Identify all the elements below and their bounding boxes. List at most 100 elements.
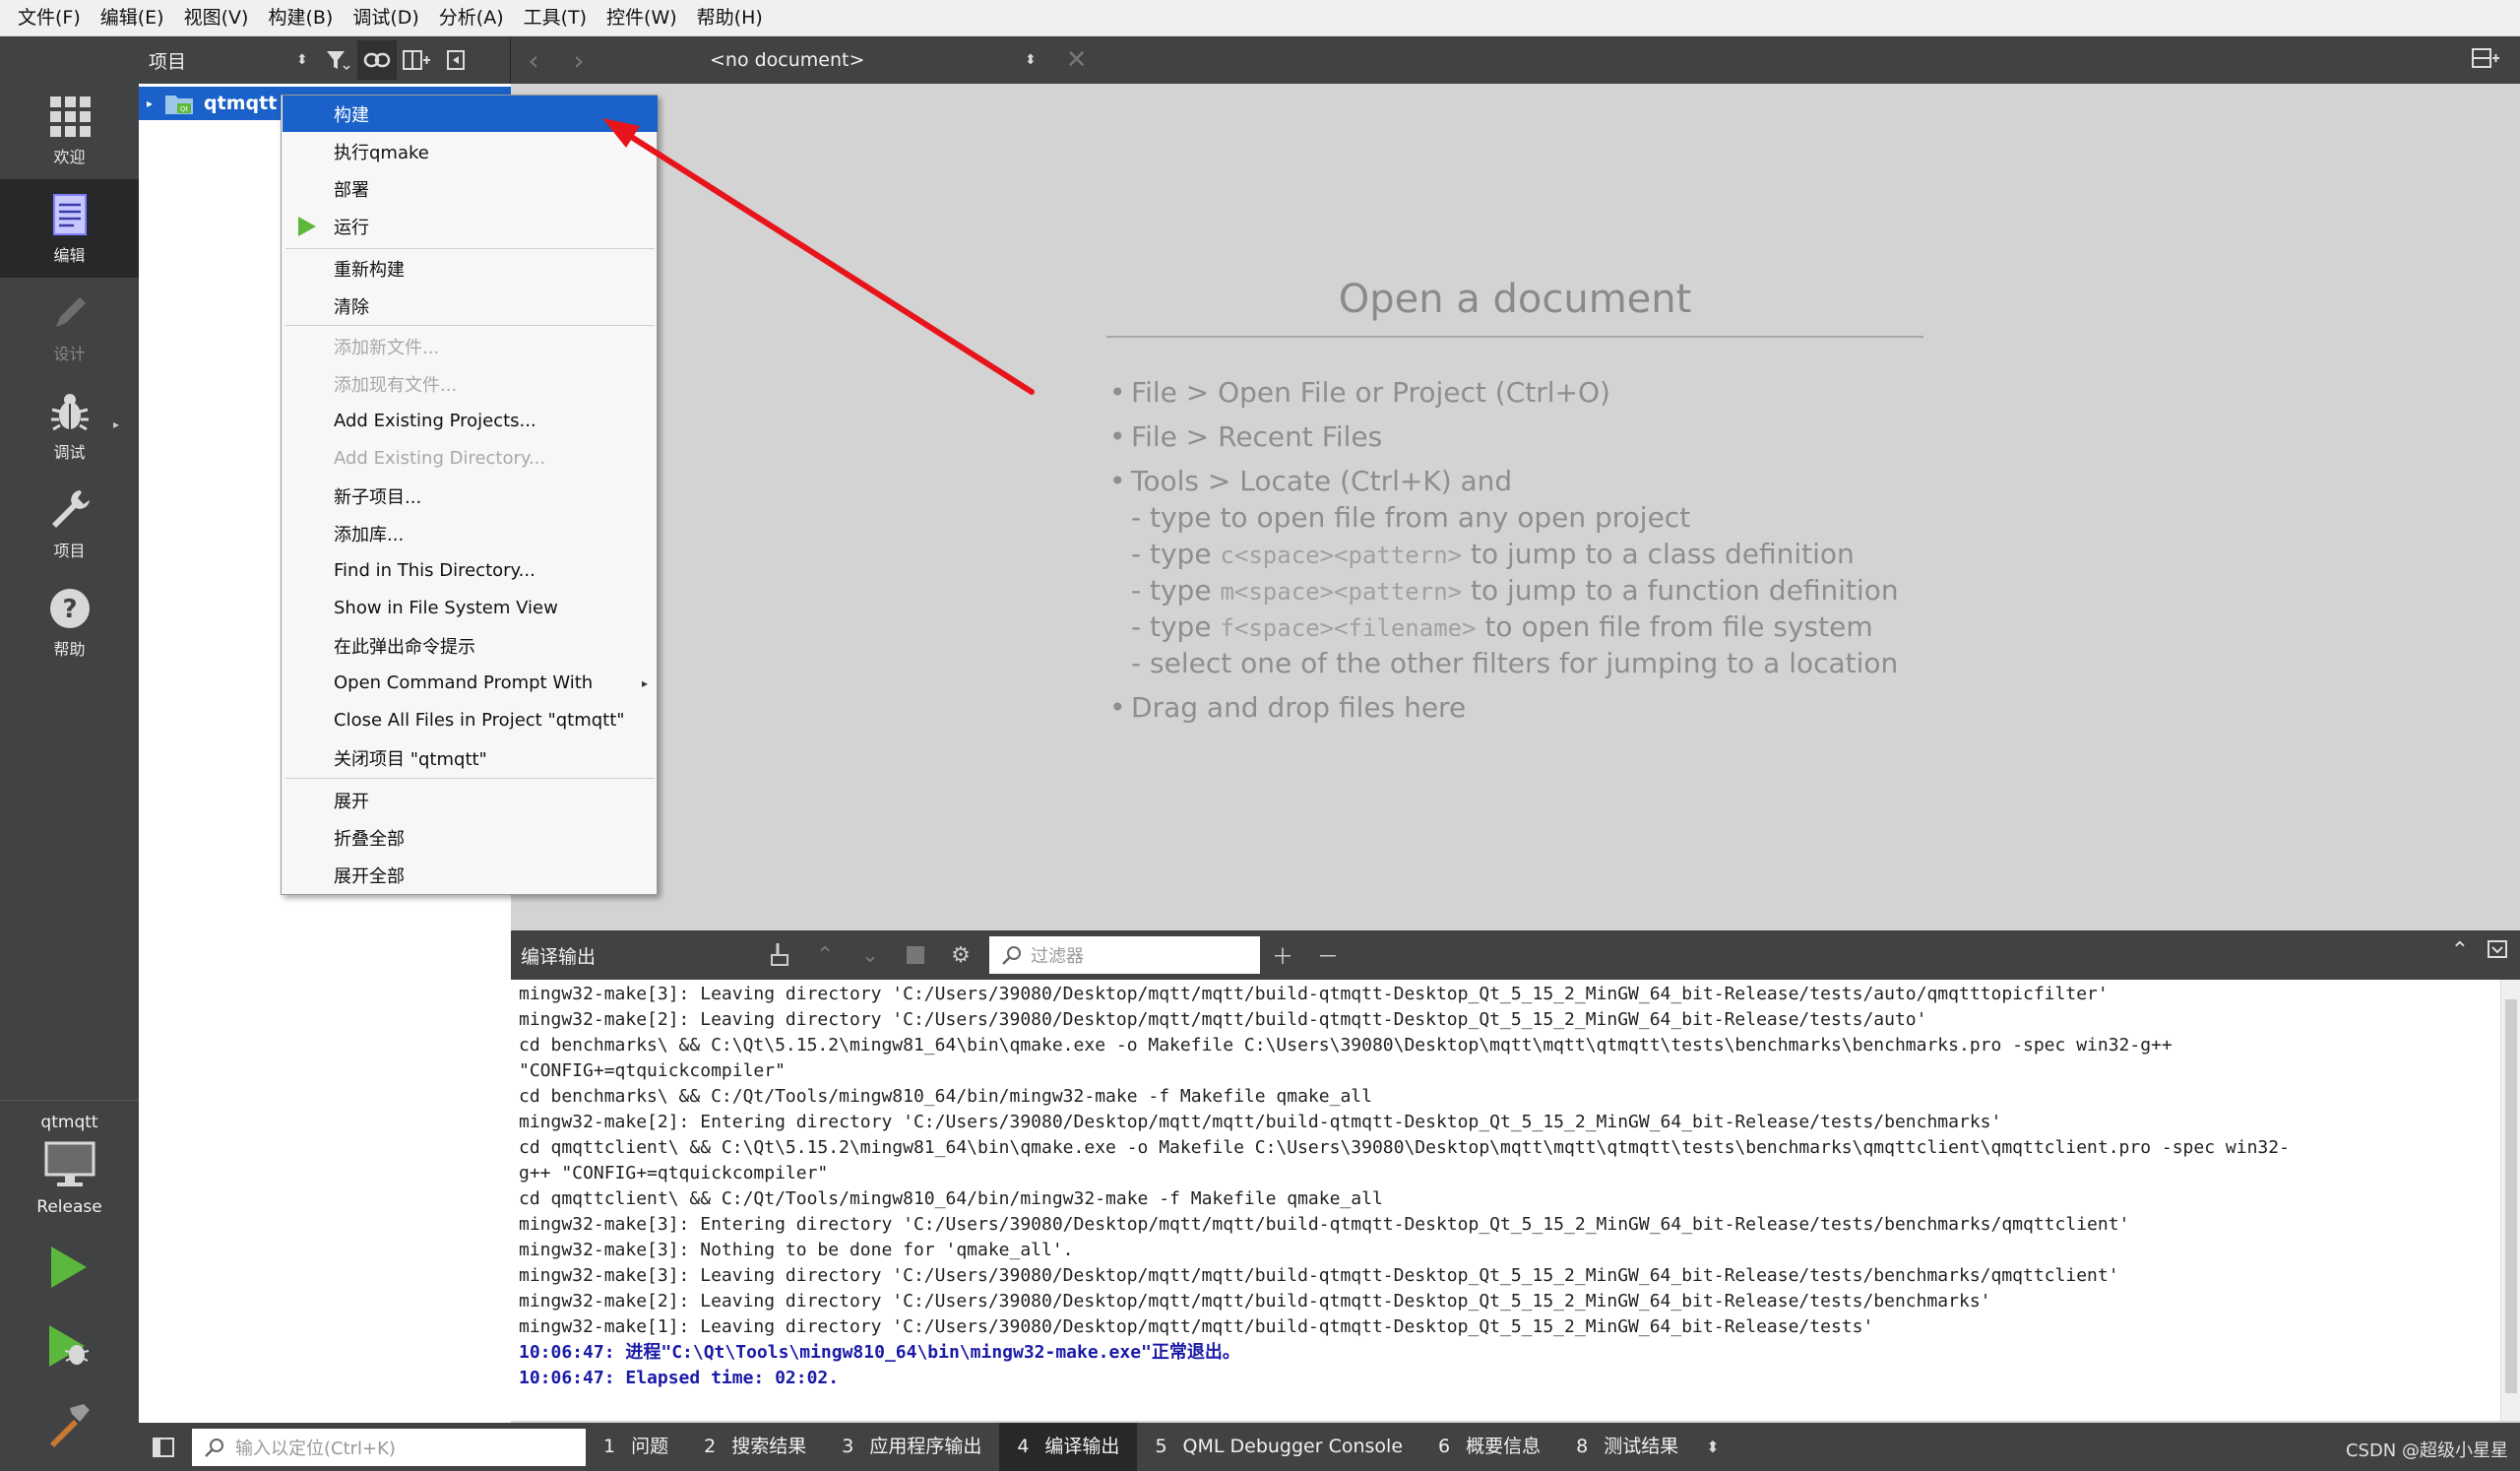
menu-analyze[interactable]: 分析(A) [429,0,514,36]
up-down-arrow-icon[interactable]: ⬍ [1706,1438,1719,1456]
split-editor-icon[interactable] [2471,46,2500,76]
chevron-down-icon[interactable]: ⌄ [848,932,893,978]
forward-icon[interactable]: › [556,44,601,77]
menu-item-collapse-all[interactable]: 折叠全部 [283,819,658,856]
menu-item-clean[interactable]: 清除 [283,288,658,324]
output-pane-title: 编译输出 [521,945,597,968]
hint-drag-drop: • Drag and drop files here [1109,691,1467,724]
up-down-arrow-icon: ⬍ [296,52,308,68]
hint-sub-filters: - select one of the other filters for ju… [1131,647,1899,679]
toggle-sidebar-icon[interactable] [139,1423,188,1471]
qt-project-folder-icon: Qt [165,96,194,114]
open-document-hints: • File > Open File or Project (Ctrl+O) • F… [1109,374,1899,726]
hide-pane-icon[interactable] [2487,938,2508,966]
output-line: mingw32-make[3]: Entering directory 'C:/… [519,1214,2130,1235]
maximize-pane-icon[interactable]: ⌃ [2451,938,2469,966]
zoom-out-icon[interactable]: － [1305,932,1351,978]
svg-text:Qt: Qt [180,105,189,113]
mode-projects[interactable]: 项目 [0,475,139,573]
menu-item-new-subproject[interactable]: 新子项目... [283,478,658,514]
menu-tools[interactable]: 工具(T) [514,0,597,36]
menu-item-build[interactable]: 构建 [283,96,658,132]
menu-help[interactable]: 帮助(H) [687,0,773,36]
menu-item-run[interactable]: 运行 [283,208,658,244]
menu-item-expand-all[interactable]: 展开全部 [283,857,658,893]
menu-item-add-existing-projects[interactable]: Add Existing Projects... [283,403,658,439]
output-line: mingw32-make[2]: Leaving directory 'C:/U… [519,1009,1927,1030]
menu-controls[interactable]: 控件(W) [597,0,687,36]
menu-build[interactable]: 构建(B) [258,0,343,36]
hint-sub-function: - type m<space><pattern> to jump to a fu… [1131,574,1899,607]
expand-arrow-icon[interactable]: ▸ [147,96,153,110]
grid-icon [49,96,91,137]
mode-welcome-label: 欢迎 [53,148,86,166]
menu-item-close-all-files[interactable]: Close All Files in Project "qtmqtt" [283,702,658,738]
kit-selector[interactable]: qtmqtt Release [0,1100,139,1247]
close-pane-icon[interactable] [436,40,475,80]
split-add-icon[interactable] [397,40,436,80]
mode-welcome[interactable]: 欢迎 [0,81,139,179]
menu-item-run-qmake[interactable]: 执行qmake [283,133,658,169]
chevron-right-icon: ▸ [112,417,119,431]
tab-application-output[interactable]: 3 应用程序输出 [824,1423,999,1471]
submenu-arrow-icon: ▸ [641,675,648,690]
compile-output-text[interactable]: mingw32-make[3]: Leaving directory 'C:/U… [511,980,2500,1421]
tab-search-results[interactable]: 2 搜索结果 [686,1423,824,1471]
tab-issues[interactable]: 1 问题 [586,1423,686,1471]
document-selector[interactable]: <no document> [710,49,1025,71]
open-document-panel: Open a document [1106,277,1923,338]
output-line: mingw32-make[2]: Leaving directory 'C:/U… [519,1291,1991,1311]
debug-run-button[interactable] [39,1316,98,1375]
mode-projects-label: 项目 [53,542,86,560]
gear-icon[interactable]: ⚙ [938,932,983,978]
tab-general-messages[interactable]: 6 概要信息 [1420,1423,1558,1471]
menu-file[interactable]: 文件(F) [8,0,91,36]
output-scrollbar[interactable] [2500,980,2520,1421]
build-button[interactable] [39,1395,98,1454]
filter-icon[interactable] [318,40,357,80]
menu-item-add-existing-files[interactable]: 添加现有文件... [283,365,658,402]
output-line: mingw32-make[1]: Leaving directory 'C:/U… [519,1316,1874,1337]
output-line: mingw32-make[3]: Nothing to be done for … [519,1240,1074,1260]
hint-sub-filesystem: - type f<space><filename> to open file f… [1131,610,1873,643]
menu-item-open-command-prompt-with[interactable]: Open Command Prompt With ▸ [283,665,658,701]
menu-item-expand[interactable]: 展开 [283,782,658,818]
menu-item-add-library[interactable]: 添加库... [283,515,658,551]
menu-item-find-in-directory[interactable]: Find in This Directory... [283,552,658,589]
run-icon [298,217,316,236]
mode-design[interactable]: 设计 [0,278,139,376]
mode-debug[interactable]: 调试 ▸ [0,376,139,475]
tab-compile-output[interactable]: 4 编译输出 [999,1423,1138,1471]
stop-icon[interactable] [893,932,938,978]
menu-edit[interactable]: 编辑(E) [91,0,174,36]
menu-item-add-existing-directory[interactable]: Add Existing Directory... [283,440,658,477]
menu-item-deploy[interactable]: 部署 [283,170,658,207]
menu-item-rebuild[interactable]: 重新构建 [283,250,658,287]
link-icon[interactable] [356,40,397,80]
project-view-selector[interactable]: 项目 [149,47,296,74]
run-button[interactable] [39,1238,98,1297]
tab-test-results[interactable]: 8 测试结果 [1558,1423,1696,1471]
menu-item-open-command-prompt-here[interactable]: 在此弹出命令提示 [283,627,658,664]
menu-item-close-project[interactable]: 关闭项目 "qtmqtt" [283,739,658,776]
mode-edit[interactable]: 编辑 [0,179,139,278]
editor-area: Open a document • File > Open File or Pro… [511,84,2520,930]
mode-help[interactable]: ? 帮助 [0,573,139,672]
output-line: mingw32-make[3]: Leaving directory 'C:/U… [519,1265,2119,1286]
menu-item-show-in-file-system[interactable]: Show in File System View [283,590,658,626]
clean-icon[interactable] [757,932,802,978]
output-line: g++ "CONFIG+=qtquickcompiler" [519,1163,829,1183]
menu-item-add-new-file[interactable]: 添加新文件... [283,328,658,364]
back-icon[interactable]: ‹ [511,44,556,77]
menu-view[interactable]: 视图(V) [174,0,259,36]
chevron-up-icon[interactable]: ⌃ [802,932,848,978]
tab-qml-debugger-console[interactable]: 5 QML Debugger Console [1137,1423,1420,1471]
project-context-menu: 构建 执行qmake 部署 运行 重新构建 清除 添加新文件... 添加现有文件… [281,95,658,895]
menu-debug[interactable]: 调试(D) [343,0,428,36]
watermark: CSDN @超级小星星 [2345,1440,2508,1461]
close-document-icon[interactable]: ✕ [1066,45,1088,75]
locator-input[interactable]: 输入以定位(Ctrl+K) [192,1428,586,1466]
output-filter-input[interactable]: 过滤器 [989,936,1260,974]
scrollbar-thumb[interactable] [2505,999,2517,1393]
zoom-in-icon[interactable]: ＋ [1260,932,1305,978]
